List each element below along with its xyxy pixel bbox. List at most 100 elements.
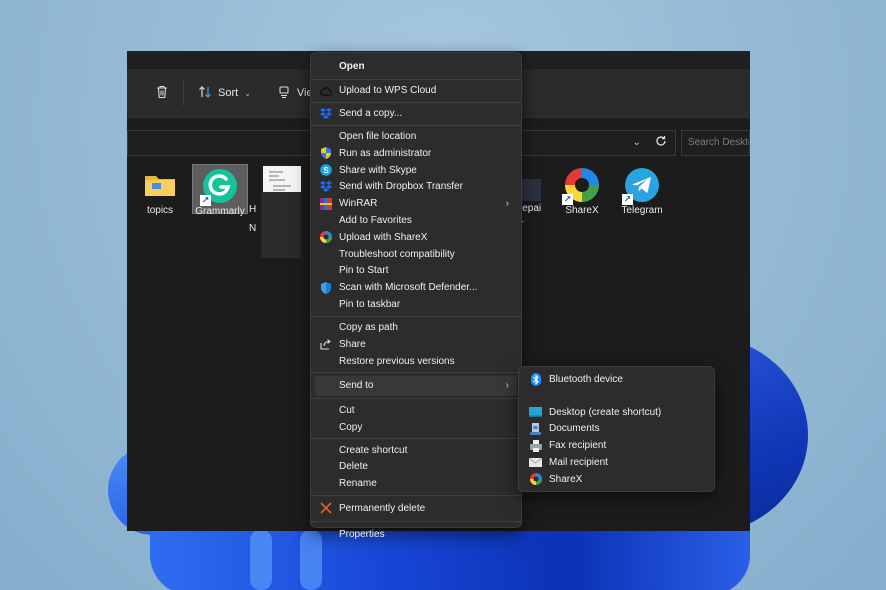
menu-item-properties[interactable]: Properties <box>315 524 517 544</box>
menu-item-label: Rename <box>339 478 377 490</box>
menu-item-label: Scan with Microsoft Defender... <box>339 282 478 294</box>
menu-item-open[interactable]: Open <box>315 56 517 76</box>
search-input[interactable]: Search Desktop <box>680 129 750 156</box>
menu-item-open-file-location[interactable]: Open file location <box>315 128 517 145</box>
desktop-icon <box>529 406 542 418</box>
menu-divider <box>311 315 521 317</box>
sort-label: Sort <box>218 87 239 99</box>
chevron-right-icon: › <box>505 198 509 210</box>
menu-item-label: Copy as path <box>339 322 398 333</box>
menu-item-send-with-dropbox-transfer[interactable]: Send with Dropbox Transfer <box>315 179 517 196</box>
menu-item-label: Upload to WPS Cloud <box>339 85 437 97</box>
menu-item-label: WinRAR <box>339 198 378 210</box>
submenu-item-label: ShareX <box>549 473 583 485</box>
fax-icon <box>529 439 542 452</box>
menu-item-restore-previous-versions[interactable]: Restore previous versions <box>315 353 517 370</box>
menu-item-label: Add to Favorites <box>339 215 412 227</box>
file-label: ShareX <box>565 205 599 216</box>
menu-item-add-to-favorites[interactable]: Add to Favorites <box>315 212 517 229</box>
menu-item-upload-wps-cloud[interactable]: Upload to WPS Cloud <box>315 82 517 99</box>
submenu-item-label: Bluetooth device <box>549 373 623 385</box>
shortcut-arrow-icon: ↗ <box>200 195 211 206</box>
menu-item-label: Run as administrator <box>339 147 432 159</box>
menu-item-copy[interactable]: Copy <box>315 419 517 436</box>
menu-item-troubleshoot-compatibility[interactable]: Troubleshoot compatibility <box>315 246 517 263</box>
delete-button[interactable] <box>149 78 175 108</box>
menu-item-label: Troubleshoot compatibility <box>339 248 455 260</box>
chevron-down-icon: ⌄ <box>244 88 251 98</box>
send-to-bluetooth-device[interactable]: Bluetooth device <box>523 371 710 388</box>
folder-icon <box>142 167 178 203</box>
menu-item-send-a-copy[interactable]: Send a copy... <box>315 105 517 122</box>
send-to-desktop[interactable]: Desktop (create shortcut) <box>523 404 710 421</box>
send-to-sharex[interactable]: ShareX <box>523 471 710 488</box>
menu-item-label: Open <box>339 60 365 72</box>
file-label: Telegram <box>621 205 663 216</box>
sort-button[interactable]: Sort ⌄ <box>192 78 257 108</box>
file-item-grammarly[interactable]: ↗ Grammarly <box>192 164 248 217</box>
menu-item-permanently-delete[interactable]: Permanently delete <box>315 498 517 518</box>
file-item-document[interactable]: H N <box>249 166 311 258</box>
menu-item-label: Share <box>339 338 366 350</box>
shortcut-arrow-icon: ↗ <box>562 194 573 205</box>
menu-item-label: Restore previous versions <box>339 355 455 367</box>
sharex-icon: ↗ <box>562 167 600 205</box>
bluetooth-icon <box>529 372 542 386</box>
menu-item-label: Send a copy... <box>339 108 403 120</box>
winrar-icon <box>320 197 332 210</box>
dropbox-icon <box>320 181 332 193</box>
menu-item-label: Cut <box>339 404 355 416</box>
menu-item-scan-with-defender[interactable]: Scan with Microsoft Defender... <box>315 279 517 296</box>
menu-item-delete[interactable]: Delete <box>315 458 517 475</box>
menu-item-share[interactable]: Share <box>315 336 517 353</box>
menu-divider <box>311 124 521 126</box>
menu-item-label: Pin to taskbar <box>339 299 401 311</box>
menu-divider <box>311 398 521 400</box>
submenu-item-label: Mail recipient <box>549 457 608 469</box>
view-icon <box>277 85 291 102</box>
file-item-telegram[interactable]: ↗ Telegram <box>614 167 670 216</box>
file-label-overlay <box>261 192 301 258</box>
defender-icon <box>320 281 332 294</box>
dropbox-icon <box>320 108 332 120</box>
send-to-submenu: Bluetooth device Desktop (create shortcu… <box>518 366 715 492</box>
menu-divider <box>311 520 521 522</box>
wallpaper-bloom <box>250 530 272 590</box>
submenu-item-label: Fax recipient <box>549 440 607 452</box>
send-to-mail-recipient[interactable]: Mail recipient <box>523 454 710 471</box>
menu-item-label: Send with Dropbox Transfer <box>339 181 463 193</box>
menu-item-label: Pin to Start <box>339 265 389 277</box>
cloud-icon <box>320 85 332 97</box>
menu-item-label: Open file location <box>339 131 417 143</box>
skype-icon: S <box>320 164 332 176</box>
menu-item-cut[interactable]: Cut <box>315 402 517 419</box>
share-icon <box>320 338 332 350</box>
menu-item-copy-as-path[interactable]: Copy as path <box>315 319 517 336</box>
menu-divider <box>311 372 521 374</box>
send-to-documents[interactable]: Documents <box>523 421 710 438</box>
file-item-sharex[interactable]: ↗ ShareX <box>554 167 610 216</box>
grammarly-icon: ↗ <box>200 168 238 206</box>
menu-item-label: Copy <box>339 421 363 433</box>
menu-item-label: Share with Skype <box>339 164 417 176</box>
menu-item-pin-to-taskbar[interactable]: Pin to taskbar <box>315 296 517 313</box>
refresh-icon[interactable] <box>655 135 667 150</box>
chevron-down-icon[interactable]: ⌄ <box>633 137 641 148</box>
file-item-topics[interactable]: topics <box>132 167 188 216</box>
submenu-item-label: Desktop (create shortcut) <box>549 406 662 418</box>
menu-item-label: Upload with ShareX <box>339 231 428 243</box>
menu-item-pin-to-start[interactable]: Pin to Start <box>315 263 517 280</box>
mail-icon <box>529 457 542 469</box>
context-menu: Open Upload to WPS Cloud Send a copy... … <box>310 52 522 540</box>
menu-item-run-as-administrator[interactable]: Run as administrator <box>315 145 517 162</box>
menu-item-label: Send to <box>339 380 374 392</box>
menu-item-share-with-skype[interactable]: S Share with Skype <box>315 162 517 179</box>
menu-item-winrar[interactable]: WinRAR › <box>315 195 517 212</box>
menu-item-rename[interactable]: Rename <box>315 475 517 492</box>
menu-item-upload-with-sharex[interactable]: Upload with ShareX <box>315 229 517 246</box>
menu-item-create-shortcut[interactable]: Create shortcut <box>315 442 517 459</box>
send-to-fax-recipient[interactable]: Fax recipient <box>523 437 710 454</box>
menu-item-send-to[interactable]: Send to › <box>315 375 517 396</box>
close-x-icon <box>320 502 332 514</box>
menu-divider <box>311 494 521 496</box>
